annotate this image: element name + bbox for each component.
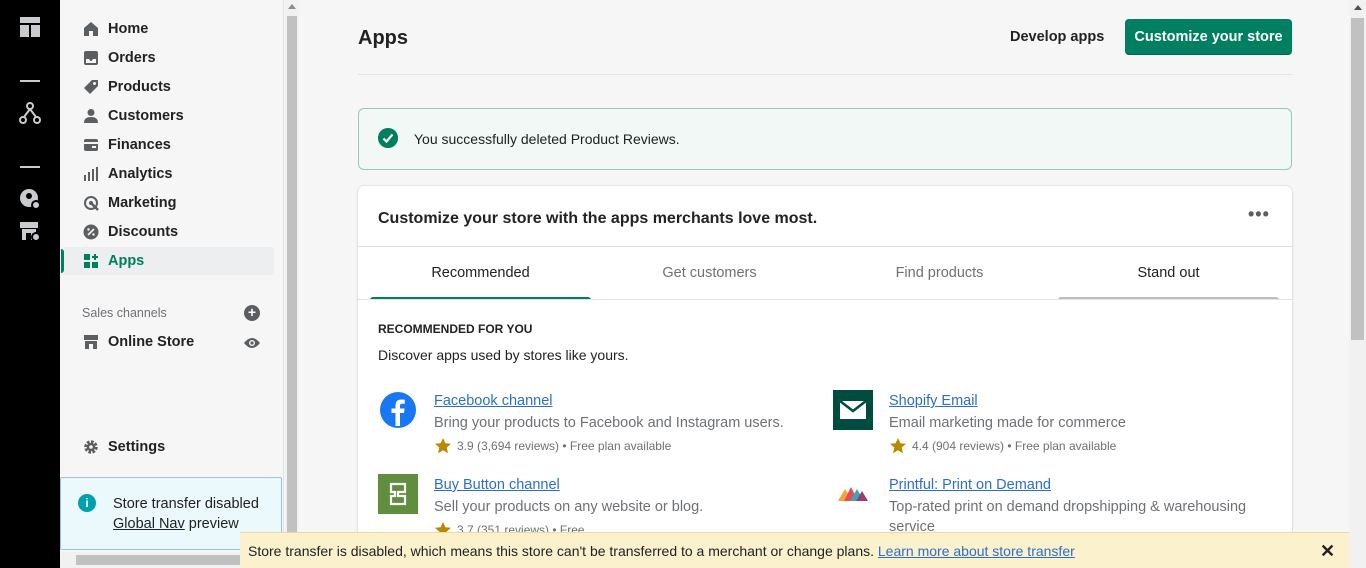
app-description: Sell your products on any website or blo… bbox=[434, 499, 704, 515]
info-icon: i bbox=[78, 494, 96, 512]
section-subheading: Discover apps used by stores like yours. bbox=[378, 347, 629, 363]
sidebar-item-apps[interactable]: Apps bbox=[60, 247, 274, 275]
page-scrollbar-thumb[interactable] bbox=[1351, 18, 1364, 340]
scroll-up-arrow-icon[interactable] bbox=[288, 4, 296, 9]
app-rating: 4.4 (904 reviews) • Free plan available bbox=[889, 437, 1116, 455]
home-icon bbox=[82, 20, 100, 38]
app-rating-text: 4.4 (904 reviews) • Free plan available bbox=[912, 439, 1117, 453]
sidebar-item-finances[interactable]: Finances bbox=[80, 131, 274, 159]
sidebar-item-label: Customers bbox=[108, 108, 184, 124]
warning-message: Store transfer is disabled, which means … bbox=[248, 543, 878, 559]
tab-find-products[interactable]: Find products bbox=[829, 246, 1050, 300]
sales-channels-heading: Sales channels bbox=[82, 306, 167, 320]
printful-logo-icon bbox=[833, 474, 873, 514]
sidebar-item-label: Home bbox=[108, 21, 149, 37]
sidebar-nav: Home Orders Products Customers Finances … bbox=[60, 0, 284, 568]
more-actions-icon[interactable]: ••• bbox=[1248, 204, 1270, 225]
warning-text: Store transfer is disabled, which means … bbox=[248, 543, 1075, 559]
finance-icon bbox=[82, 136, 100, 154]
global-nav-link[interactable]: Global Nav bbox=[113, 516, 185, 532]
transfer-notice-detail: Global Nav preview bbox=[113, 516, 239, 532]
app-description: Email marketing made for commerce bbox=[889, 415, 1126, 431]
eye-icon[interactable] bbox=[243, 336, 261, 350]
section-heading: RECOMMENDED FOR YOU bbox=[378, 322, 533, 336]
develop-apps-button[interactable]: Develop apps bbox=[1010, 29, 1104, 45]
sidebar-item-label: Orders bbox=[108, 50, 156, 66]
sidebar-item-label: Finances bbox=[108, 137, 171, 153]
app-listing: Shopify Email Email marketing made for c… bbox=[833, 390, 1273, 460]
tabs-divider bbox=[358, 299, 1292, 300]
app-description: Top-rated print on demand dropshipping &… bbox=[889, 499, 1247, 535]
header-divider bbox=[358, 74, 1292, 75]
email-logo-icon bbox=[833, 390, 873, 430]
sidebar-item-settings[interactable]: Settings bbox=[80, 433, 274, 461]
discount-icon bbox=[82, 223, 100, 241]
close-icon[interactable]: ✕ bbox=[1320, 541, 1335, 562]
card-title: Customize your store with the apps merch… bbox=[378, 210, 818, 227]
sidebar-item-home[interactable]: Home bbox=[80, 15, 274, 43]
app-listing: Facebook channel Bring your products to … bbox=[378, 390, 818, 460]
customize-store-button[interactable]: Customize your store bbox=[1125, 19, 1292, 55]
app-rating-text: 3.9 (3,694 reviews) • Free plan availabl… bbox=[457, 439, 672, 453]
tab-stand-out[interactable]: Stand out bbox=[1058, 246, 1279, 300]
tab-recommended[interactable]: Recommended bbox=[370, 246, 591, 300]
bar-chart-icon bbox=[82, 165, 100, 183]
store-icon bbox=[82, 333, 100, 351]
target-icon bbox=[82, 194, 100, 212]
sidebar-item-orders[interactable]: Orders bbox=[80, 44, 274, 72]
facebook-logo-icon bbox=[380, 392, 416, 428]
branch-icon[interactable] bbox=[19, 102, 41, 124]
star-icon bbox=[435, 438, 451, 454]
rail-divider bbox=[20, 166, 40, 168]
sidebar-item-products[interactable]: Products bbox=[80, 73, 274, 101]
app-name-link[interactable]: Printful: Print on Demand bbox=[889, 477, 1051, 493]
layout-icon[interactable] bbox=[19, 16, 41, 38]
app-rating: 3.9 (3,694 reviews) • Free plan availabl… bbox=[434, 437, 671, 455]
user-settings-icon[interactable] bbox=[19, 188, 41, 210]
sidebar-item-label: Apps bbox=[108, 253, 145, 269]
store-settings-icon[interactable] bbox=[19, 220, 41, 242]
sidebar-item-discounts[interactable]: Discounts bbox=[80, 218, 274, 246]
main-content: Apps Develop apps Customize your store Y… bbox=[300, 0, 1348, 568]
sidebar-scrollbar-thumb[interactable] bbox=[287, 16, 297, 536]
store-transfer-warning-bar: Store transfer is disabled, which means … bbox=[240, 532, 1349, 568]
sidebar-item-customers[interactable]: Customers bbox=[80, 102, 274, 130]
app-description: Bring your products to Facebook and Inst… bbox=[434, 415, 784, 431]
success-banner: You successfully deleted Product Reviews… bbox=[358, 108, 1292, 170]
buy-button-logo-icon bbox=[378, 474, 418, 514]
add-sales-channel-icon[interactable]: + bbox=[244, 305, 260, 321]
person-icon bbox=[82, 107, 100, 125]
sidebar-item-label: Marketing bbox=[108, 195, 177, 211]
apps-icon bbox=[82, 252, 100, 270]
recommended-apps-card: Customize your store with the apps merch… bbox=[358, 186, 1292, 568]
scroll-up-arrow-icon[interactable] bbox=[1354, 5, 1362, 10]
app-rail bbox=[0, 0, 60, 568]
sidebar-item-analytics[interactable]: Analytics bbox=[80, 160, 274, 188]
tag-icon bbox=[82, 78, 100, 96]
sidebar-item-label: Settings bbox=[108, 439, 166, 455]
transfer-notice-suffix: preview bbox=[184, 516, 239, 532]
sidebar-item-marketing[interactable]: Marketing bbox=[80, 189, 274, 217]
gear-icon bbox=[82, 438, 100, 456]
app-name-link[interactable]: Buy Button channel bbox=[434, 477, 560, 493]
page-title: Apps bbox=[358, 27, 408, 49]
banner-message: You successfully deleted Product Reviews… bbox=[414, 131, 680, 147]
app-name-link[interactable]: Facebook channel bbox=[434, 393, 553, 409]
tab-get-customers[interactable]: Get customers bbox=[599, 246, 820, 300]
learn-more-link[interactable]: Learn more about store transfer bbox=[878, 543, 1075, 559]
transfer-notice-title: Store transfer disabled bbox=[113, 496, 259, 512]
sidebar-item-label: Analytics bbox=[108, 166, 173, 182]
sidebar-item-label: Products bbox=[108, 79, 171, 95]
inbox-icon bbox=[82, 49, 100, 67]
sidebar-item-label: Online Store bbox=[108, 334, 195, 350]
rail-divider bbox=[20, 80, 40, 82]
sidebar-item-label: Discounts bbox=[108, 224, 179, 240]
star-icon bbox=[890, 438, 906, 454]
checkmark-circle-icon bbox=[378, 128, 398, 148]
app-name-link[interactable]: Shopify Email bbox=[889, 393, 978, 409]
